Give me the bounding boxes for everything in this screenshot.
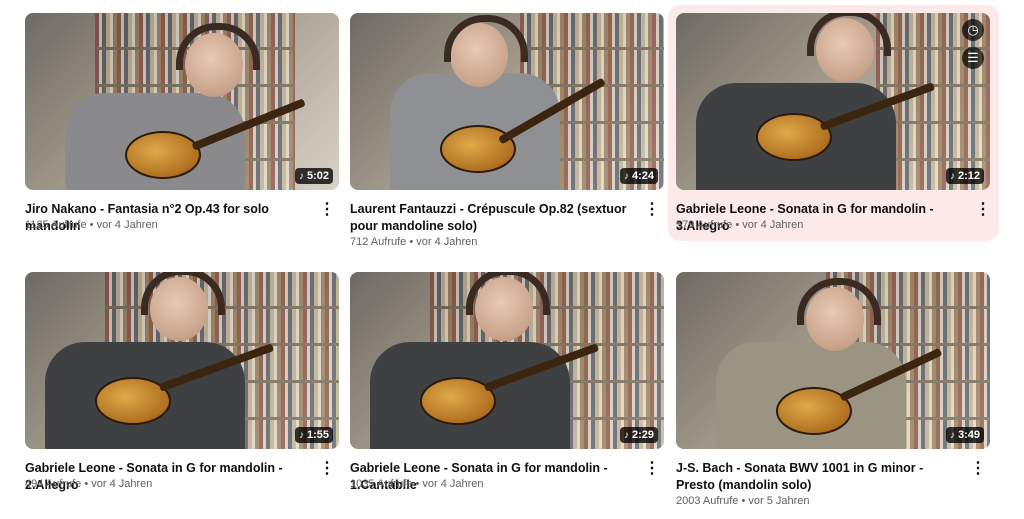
music-note-icon: ♪ xyxy=(623,170,629,182)
watch-later-icon[interactable]: ◷ xyxy=(962,19,984,41)
video-card[interactable]: ♪ 3:49 J-S. Bach - Sonata BWV 1001 in G … xyxy=(676,272,990,507)
video-meta: 494 Aufrufe • vor 4 Jahren xyxy=(25,478,153,490)
video-thumbnail[interactable]: ◷ ☰ ♪ 2:12 xyxy=(676,13,990,190)
video-title[interactable]: Laurent Fantauzzi - Crépuscule Op.82 (se… xyxy=(350,201,634,235)
video-meta: 1035 Aufrufe • vor 4 Jahren xyxy=(350,478,484,490)
video-thumbnail[interactable]: ♪ 4:24 xyxy=(350,13,664,190)
video-thumbnail[interactable]: ♪ 5:02 xyxy=(25,13,339,190)
video-thumbnail[interactable]: ♪ 2:29 xyxy=(350,272,664,449)
video-meta: 1125 Aufrufe • vor 4 Jahren xyxy=(25,219,158,231)
video-meta: 712 Aufrufe • vor 4 Jahren xyxy=(350,236,478,248)
duration-badge: ♪ 2:12 xyxy=(945,168,984,184)
duration-badge: ♪ 5:02 xyxy=(294,168,333,184)
video-card-hovered[interactable]: ◷ ☰ ♪ 2:12 Gabriele Leone - Sonata in G … xyxy=(668,5,999,241)
video-thumbnail[interactable]: ♪ 1:55 xyxy=(25,272,339,449)
music-note-icon: ♪ xyxy=(298,170,304,182)
hover-actions: ◷ ☰ xyxy=(962,19,984,69)
video-card[interactable]: ♪ 5:02 Jiro Nakano - Fantasia n°2 Op.43 … xyxy=(25,13,339,233)
duration-badge: ♪ 2:29 xyxy=(619,427,658,443)
more-actions-icon[interactable]: ⋮ xyxy=(319,461,335,478)
music-note-icon: ♪ xyxy=(949,429,955,441)
music-note-icon: ♪ xyxy=(623,429,629,441)
video-card[interactable]: ♪ 4:24 Laurent Fantauzzi - Crépuscule Op… xyxy=(350,13,664,248)
more-actions-icon[interactable]: ⋮ xyxy=(970,461,986,478)
music-note-icon: ♪ xyxy=(298,429,304,441)
more-actions-icon[interactable]: ⋮ xyxy=(319,202,335,219)
video-card[interactable]: ♪ 2:29 Gabriele Leone - Sonata in G for … xyxy=(350,272,664,492)
more-actions-icon[interactable]: ⋮ xyxy=(644,202,660,219)
duration-badge: ♪ 3:49 xyxy=(945,427,984,443)
video-thumbnail[interactable]: ♪ 3:49 xyxy=(676,272,990,449)
music-note-icon: ♪ xyxy=(949,170,955,182)
video-title[interactable]: J-S. Bach - Sonata BWV 1001 in G minor -… xyxy=(676,460,960,494)
video-card[interactable]: ♪ 1:55 Gabriele Leone - Sonata in G for … xyxy=(25,272,339,492)
duration-badge: ♪ 4:24 xyxy=(619,168,658,184)
duration-badge: ♪ 1:55 xyxy=(294,427,333,443)
video-meta: 2003 Aufrufe • vor 5 Jahren xyxy=(676,495,810,507)
more-actions-icon[interactable]: ⋮ xyxy=(644,461,660,478)
add-to-queue-icon[interactable]: ☰ xyxy=(962,47,984,69)
more-actions-icon[interactable]: ⋮ xyxy=(975,202,991,219)
video-meta: 579 Aufrufe • vor 4 Jahren xyxy=(676,219,804,231)
